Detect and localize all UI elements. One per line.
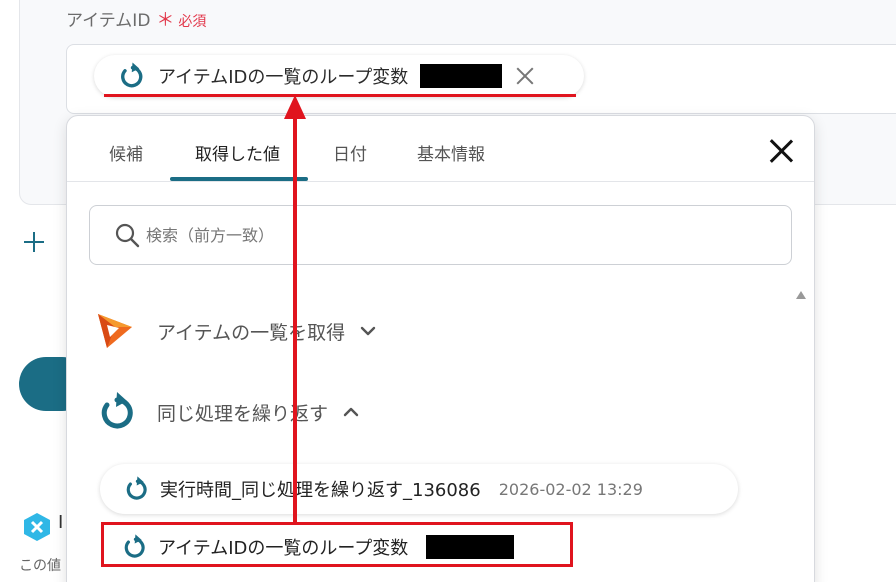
close-icon[interactable] bbox=[768, 138, 794, 164]
annotation-arrow-head bbox=[284, 95, 306, 119]
loop-arrow-icon bbox=[126, 476, 147, 500]
tab-bar: 候補 取得した値 日付 基本情報 bbox=[67, 116, 814, 182]
section-title: 同じ処理を繰り返す bbox=[157, 402, 329, 425]
field-label-text: アイテムID bbox=[66, 11, 151, 31]
section-repeat[interactable]: 同じ処理を繰り返す bbox=[95, 392, 360, 432]
orange-play-logo-icon bbox=[98, 314, 132, 348]
redacted-block bbox=[420, 64, 503, 88]
chevron-up-icon bbox=[343, 407, 359, 417]
required-mark: ＊ bbox=[156, 10, 175, 31]
tab-candidates[interactable]: 候補 bbox=[109, 140, 143, 165]
search-input[interactable] bbox=[146, 225, 746, 245]
annotation-highlight-box bbox=[101, 522, 573, 567]
loop-arrow-icon bbox=[101, 392, 133, 429]
search-icon bbox=[115, 223, 140, 248]
background-label: I bbox=[58, 512, 64, 533]
annotation-arrow-shaft bbox=[293, 112, 297, 522]
chip-label: アイテムIDの一覧のループ変数 bbox=[158, 67, 409, 88]
scroll-up-arrow[interactable] bbox=[796, 291, 806, 299]
item-timestamp: 2026-02-02 13:29 bbox=[498, 479, 643, 499]
tab-date[interactable]: 日付 bbox=[333, 140, 367, 165]
tab-retrieved-values[interactable]: 取得した値 bbox=[195, 140, 280, 165]
item-label: 実行時間_同じ処理を繰り返す_136086 bbox=[160, 480, 481, 501]
add-icon[interactable] bbox=[24, 232, 44, 252]
annotation-underline bbox=[104, 94, 576, 97]
chevron-down-icon bbox=[360, 326, 376, 336]
section-get-items[interactable]: アイテムの一覧を取得 bbox=[95, 311, 377, 351]
active-tab-indicator bbox=[170, 177, 308, 181]
chip-remove-icon[interactable] bbox=[514, 65, 536, 87]
list-item-exec-time[interactable]: 実行時間_同じ処理を繰り返す_136086 2026-02-02 13:29 bbox=[100, 464, 738, 514]
app-badge-icon bbox=[24, 513, 50, 541]
value-picker-popup: 候補 取得した値 日付 基本情報 アイテムの一覧を取得 同じ処理を繰り返す bbox=[66, 115, 815, 582]
search-box[interactable] bbox=[89, 205, 792, 265]
loop-arrow-icon bbox=[121, 62, 143, 88]
field-label: アイテムID ＊必須 bbox=[66, 6, 206, 32]
section-title: アイテムの一覧を取得 bbox=[157, 321, 346, 344]
required-text: 必須 bbox=[178, 14, 207, 30]
tab-basic-info[interactable]: 基本情報 bbox=[417, 140, 485, 165]
selected-value-chip[interactable]: アイテムIDの一覧のループ変数 bbox=[94, 55, 584, 97]
background-note: この値 bbox=[19, 558, 61, 574]
